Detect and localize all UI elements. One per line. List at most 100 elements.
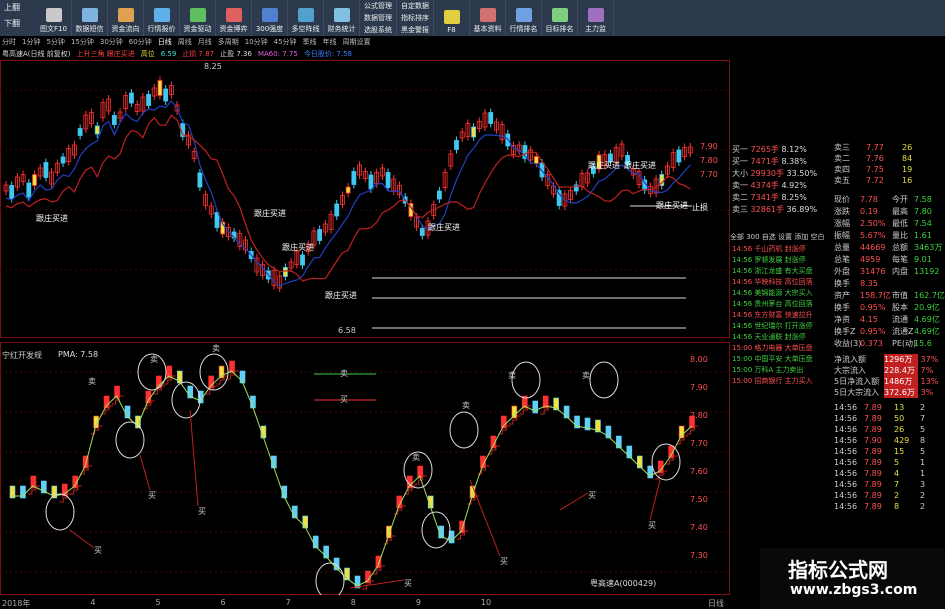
news-feed: 14:56 千山药机 封涨停 14:56 罗顿发展 封涨停 14:56 浙江龙盛 有… (730, 244, 830, 584)
candle-body (317, 229, 323, 241)
sub-bar (386, 525, 392, 539)
sub-chart[interactable]: 8.00 7.90 7.80 7.70 7.60 7.50 7.40 7.30 (0, 342, 730, 595)
period-tab[interactable]: 分时 (2, 36, 16, 48)
basic-info-button[interactable]: 基本资料 (470, 0, 506, 36)
info-bar: 粤高速A(日线 前复权) 上升三角 跟庄买进 高位 6.59 止损 7.87 止… (0, 48, 537, 60)
period-tab[interactable]: 周线 (178, 36, 192, 48)
axis-tick: 7.80 (690, 411, 708, 420)
today-price: 今日股价: 7.58 (303, 50, 353, 58)
signal-circle (589, 361, 619, 399)
news-item[interactable]: 14:56 贵州茅台 高位回落 (732, 299, 813, 310)
candle-body (129, 92, 134, 104)
sell-mark: 卖 (412, 453, 420, 462)
period-tab[interactable]: 月线 (198, 36, 212, 48)
bid-ask-row: 卖二 7341手 8.25% (732, 193, 807, 202)
multi-window-item[interactable]: 黑金警报 (397, 24, 433, 36)
period-tab[interactable]: 多周期 (218, 36, 239, 48)
candle-body (146, 94, 151, 106)
quote-button[interactable]: 行情报价 (144, 0, 180, 36)
news-item[interactable]: 14:56 东方财富 快速拉升 (732, 310, 813, 321)
buy-signal-label: 跟庄买进 (36, 214, 68, 223)
chart-icon (153, 8, 170, 22)
stat-row: 现价 7.78 今开 7.58 (834, 195, 932, 204)
sms-button[interactable]: 数据短信 (72, 0, 108, 36)
period-tab[interactable]: 60分钟 (129, 36, 152, 48)
page-nav: 上翻 下翻 (0, 0, 36, 32)
period-tab[interactable]: 季线 (303, 36, 317, 48)
stat-row: 总量 44669 总额 3463万 (834, 243, 943, 252)
target-rank-button[interactable]: 目标排名 (542, 0, 578, 36)
bid-ask-summary: 买一 7265手 8.12% 买一 7471手 8.38% 大小 29930手 33… (730, 142, 830, 232)
period-tab[interactable]: 周期设置 (343, 36, 371, 48)
candle-body (111, 115, 117, 125)
news-item[interactable]: 14:56 浙江龙盛 有大买盘 (732, 266, 813, 277)
tick-row: 14:56 7.89 50 7 (834, 414, 926, 423)
period-tab[interactable]: 45分钟 (274, 36, 297, 48)
ask-row: 卖二 7.76 84 (834, 154, 913, 163)
indicator-sort-item[interactable]: 指标排序 (397, 12, 433, 24)
news-item[interactable]: 14:56 华映科技 高位回落 (732, 277, 813, 288)
axis-tick: 7.70 (690, 439, 708, 448)
ma-value: 6.59 (160, 50, 177, 58)
bull-bear-button[interactable]: 多空阵线 (288, 0, 324, 36)
formula-manage-item[interactable]: 公式管理 (360, 0, 396, 12)
x-tick: 6 (220, 598, 226, 607)
period-tab[interactable]: 10分钟 (245, 36, 268, 48)
news-item[interactable]: 15:00 格力电器 大单压盘 (732, 343, 813, 354)
watermark-title: 指标公式网 (788, 558, 888, 582)
formula-menu: 公式管理 数据管理 选股系统 (360, 0, 397, 36)
ranking-button[interactable]: 行情排名 (506, 0, 542, 36)
candle-body (419, 228, 425, 236)
news-item[interactable]: 14:56 罗顿发展 封涨停 (732, 255, 806, 266)
news-item[interactable]: 14:56 千山药机 封涨停 (732, 244, 806, 255)
f8-button[interactable]: F8 (434, 0, 470, 36)
axis-tick: 7.50 (690, 495, 708, 504)
x-axis: 2018年 4 5 6 7 8 9 10 (2, 598, 730, 609)
main-force-icon (587, 8, 604, 22)
ask-row: 卖五 7.72 16 (834, 176, 913, 185)
period-tab[interactable]: 1分钟 (22, 36, 40, 48)
stock-select-item[interactable]: 选股系统 (360, 24, 396, 36)
tick-row: 14:56 7.89 4 1 (834, 469, 926, 478)
news-item[interactable]: 15:00 招商银行 主力买入 (732, 376, 813, 387)
ma-line-red (5, 114, 691, 282)
data-manage-item[interactable]: 数据管理 (360, 12, 396, 24)
news-item[interactable]: 14:56 美锦能源 大宗买入 (732, 288, 813, 299)
candle-body (9, 185, 15, 199)
period-tab[interactable]: 15分钟 (71, 36, 94, 48)
news-item[interactable]: 15:00 中国平安 大单压盘 (732, 354, 813, 365)
news-item[interactable]: 15:00 万科A 主力卖出 (732, 365, 803, 376)
main-chart[interactable] (0, 60, 730, 338)
pma-label: PMA: 7.58 (58, 350, 99, 359)
page-up-button[interactable]: 上翻 (0, 0, 36, 16)
custom-data-item[interactable]: 自定数据 (397, 0, 433, 12)
x-tick: 4 (90, 598, 96, 607)
news-item[interactable]: 14:56 天业通联 封涨停 (732, 332, 806, 343)
fund-game-button[interactable]: 资金博弈 (216, 0, 252, 36)
f8-icon (443, 10, 460, 24)
candle-body (488, 112, 494, 124)
period-tab[interactable]: 30分钟 (100, 36, 123, 48)
signal-circle (45, 493, 75, 531)
sell-mark: 卖 (212, 344, 220, 353)
axis-tick: 7.60 (690, 467, 708, 476)
f10-button[interactable]: 图文F10 (36, 0, 72, 36)
flow-row: 大宗流入 228.4万 7% (834, 365, 934, 376)
fund-flow-button[interactable]: 资金流向 (108, 0, 144, 36)
strength-button[interactable]: 300强度 (252, 0, 288, 36)
flow-icon (117, 8, 134, 22)
period-tab[interactable]: 年线 (323, 36, 337, 48)
bid-ask-row: 大小 29930手 33.50% (732, 169, 818, 178)
candle-body (345, 186, 351, 194)
finance-button[interactable]: 财务统计 (324, 0, 360, 36)
signal-circle (171, 381, 201, 419)
fund-drive-button[interactable]: 资金驱动 (180, 0, 216, 36)
period-tab[interactable]: 日线 (158, 36, 172, 48)
news-tabs[interactable]: 全部 300 自选 设置 添加 空白 (730, 232, 830, 242)
news-item[interactable]: 14:56 世纪瑞尔 打开涨停 (732, 321, 813, 332)
main-force-button[interactable]: 主力监 (578, 0, 614, 36)
candle-body (351, 171, 357, 185)
page-down-button[interactable]: 下翻 (0, 16, 36, 32)
period-tab[interactable]: 5分钟 (46, 36, 64, 48)
axis-tick: 7.70 (700, 170, 718, 179)
